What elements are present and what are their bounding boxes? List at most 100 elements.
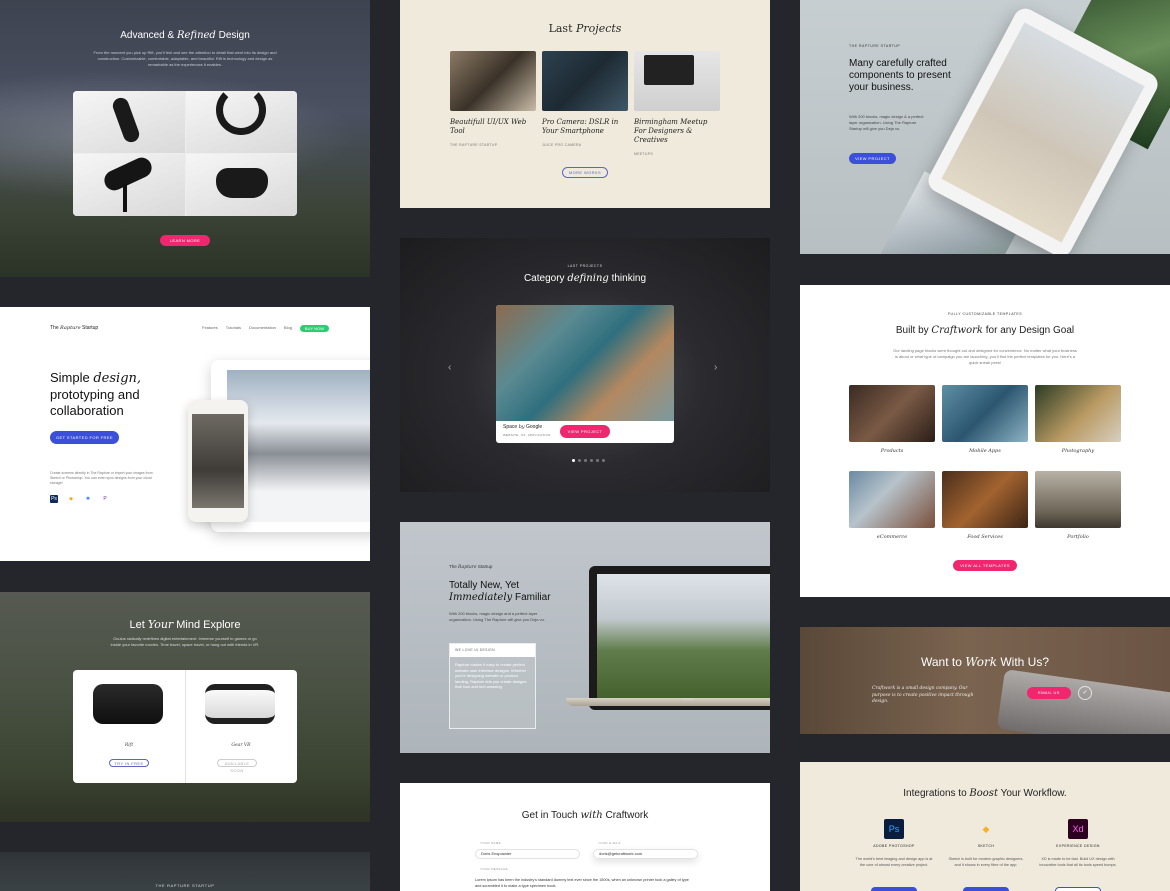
integration-description: The world's best imaging and design app … (855, 857, 933, 867)
card-title: Integrations to Boost Your Workflow. (903, 788, 1067, 799)
card-body: With 200 blocks, magic design and a perf… (449, 611, 545, 622)
card-body: Our landing page blocks were thought out… (893, 348, 1077, 365)
laptop-label: MacBook (681, 697, 694, 701)
template-caption: Products (880, 448, 904, 454)
message-label: YOUR MESSAGE (480, 867, 508, 871)
integration-name: SKETCH (977, 844, 995, 848)
product-controller-image (185, 154, 297, 216)
product-panel: Rift Gear VR Try in free Available soon (73, 670, 297, 783)
gear-vr-headset-image (205, 684, 275, 724)
learn-more-button[interactable]: Learn More (160, 235, 210, 246)
more-works-button[interactable]: More works (562, 167, 608, 178)
card-title: Category defining thinking (523, 273, 647, 284)
brand-logo[interactable]: The Rapture Startup (50, 325, 98, 331)
card-category-defining-thinking: LAST PROJECTS Category defining thinking… (400, 238, 770, 492)
brand-label: THE RAPTURE STARTUP (849, 44, 901, 48)
nav-link[interactable]: Tutorials (226, 325, 241, 332)
tablet-screen (227, 370, 370, 522)
card-work-with-us: Want to Work With Us? Craftwork is a sma… (800, 627, 1170, 734)
get-started-button[interactable]: Get started for free (50, 431, 119, 444)
template-item[interactable]: eCommerce (849, 471, 935, 540)
product-sensor-stand-image (73, 154, 185, 216)
product-headphone-image (185, 91, 297, 153)
nav-link[interactable]: Blog (284, 325, 292, 332)
product-name: Gear VR (231, 743, 251, 748)
available-soon-button[interactable]: Available soon (217, 759, 257, 773)
template-item[interactable]: Food Services (942, 471, 1028, 540)
template-image (942, 385, 1028, 442)
project-image (634, 51, 720, 111)
integration-button[interactable] (871, 887, 917, 891)
template-item[interactable]: Photography (1035, 385, 1121, 454)
name-label: YOUR NAME (480, 841, 501, 845)
feature-box-title: WE LOVE UI DESIGN (450, 644, 535, 657)
carousel-prev-icon[interactable]: ‹ (448, 362, 451, 373)
carousel-next-icon[interactable]: › (714, 362, 717, 373)
project-item[interactable]: Beautifull UI/UX Web Tool THE RAPTURE ST… (450, 51, 536, 147)
product-name: Rift (124, 743, 134, 748)
slide-image (496, 305, 674, 421)
card-body: From the moment you pick up Rift, you'll… (93, 50, 277, 67)
card-title: Want to Work With Us? (920, 655, 1050, 669)
card-last-projects: Last Projects Beautifull UI/UX Web Tool … (400, 0, 770, 208)
card-title: Get in Touch with Craftwork (521, 810, 649, 821)
kicker-label: FULLY CUSTOMIZABLE TEMPLATES (947, 312, 1023, 316)
project-title: Birmingham Meetup For Designers & Creati… (634, 118, 708, 144)
view-all-templates-button[interactable]: View all templates (953, 560, 1017, 571)
card-title: Simple design, prototyping and collabora… (50, 370, 142, 418)
buy-now-button[interactable]: BUY NOW (299, 325, 329, 332)
project-subtitle: JUICE PRO CAMERA (542, 143, 582, 147)
card-carefully-crafted-components: THE RAPTURE STARTUP Many carefully craft… (800, 0, 1170, 254)
project-item[interactable]: Pro Camera: DSLR in Your Smartphone JUIC… (542, 51, 628, 147)
carousel-dots[interactable] (572, 459, 605, 462)
card-integrations: Integrations to Boost Your Workflow. Ps … (800, 762, 1170, 891)
card-simple-design: The Rapture Startup Features Tutorials D… (0, 307, 370, 561)
template-item[interactable]: Mobile Apps (942, 385, 1028, 454)
laptop-photo (996, 669, 1170, 734)
integration-button[interactable] (1055, 887, 1101, 891)
dropbox-icon: ❖ (84, 495, 92, 503)
project-subtitle: MEETUPS (634, 152, 654, 156)
template-image (849, 471, 935, 528)
card-body: Oculus radically redefines digital enter… (110, 636, 260, 647)
project-image (450, 51, 536, 111)
template-item[interactable]: Products (849, 385, 935, 454)
name-field[interactable]: Doris Enspowder (475, 849, 580, 859)
panel-divider (185, 670, 186, 783)
template-caption: Food Services (967, 534, 1003, 540)
template-caption: Portfolio (1067, 534, 1089, 540)
laptop-base (566, 698, 770, 706)
product-grid (73, 91, 297, 216)
card-title: Many carefully crafted components to pre… (849, 58, 951, 93)
project-title: Pro Camera: DSLR in Your Smartphone (542, 118, 619, 135)
project-item[interactable]: Birmingham Meetup For Designers & Creati… (634, 51, 720, 156)
message-field[interactable]: Lorem ipsum has been the industry's stan… (475, 878, 695, 889)
nav-link[interactable]: Features (202, 325, 218, 332)
carousel-slide: Space by Google WEBSITE, UX, APPLICATION… (496, 305, 674, 443)
card-totally-new: The Rapture Startup Totally New, Yet Imme… (400, 522, 770, 753)
card-mind-explore: Let Your Mind Explore Oculus radically r… (0, 592, 370, 822)
nav-link[interactable]: Documentation (249, 325, 276, 332)
email-us-button[interactable]: Email us (1027, 687, 1071, 699)
project-title: Beautifull UI/UX Web Tool (450, 118, 527, 135)
integration-name: EXPERIENCE DESIGN (1056, 844, 1100, 848)
experience-design-icon: Xd (1068, 819, 1088, 839)
view-project-button[interactable]: View project (560, 425, 610, 438)
photoshop-icon: Ps (50, 495, 58, 503)
view-project-button[interactable]: View project (849, 153, 896, 164)
tool-icons: Ps ◆ ❖ P (50, 495, 109, 503)
card-title: Totally New, Yet Immediately Familiar (449, 580, 551, 603)
template-item[interactable]: Portfolio (1035, 471, 1121, 540)
slide-subtitle: WEBSITE, UX, APPLICATION (503, 433, 551, 437)
try-free-button[interactable]: Try in free (109, 759, 149, 767)
card-title: Last Projects (548, 22, 622, 35)
card-body: With 200 blocks, magic design & a perfec… (849, 114, 924, 131)
brand-label: THE RAPTURE STARTUP (155, 883, 215, 888)
integration-button[interactable] (963, 887, 1009, 891)
twitter-icon[interactable]: ✓ (1078, 686, 1092, 700)
sketch-icon: ◆ (982, 824, 990, 834)
template-image (849, 385, 935, 442)
email-field[interactable]: doris@getcraftwork.com (593, 849, 698, 859)
template-image (942, 471, 1028, 528)
sketch-icon: ◆ (67, 495, 75, 503)
